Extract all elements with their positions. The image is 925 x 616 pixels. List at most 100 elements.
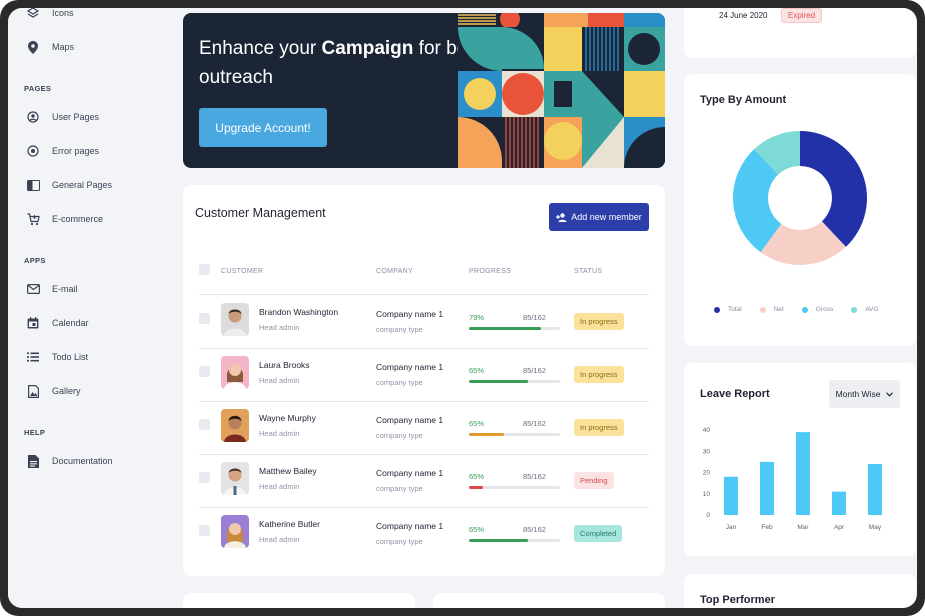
month-wise-dropdown[interactable]: Month Wise bbox=[829, 380, 900, 408]
leave-report-bar-chart: 0 10 20 30 40 Jan Feb Mar Apr May bbox=[703, 427, 882, 531]
sidebar-item-icons[interactable]: Icons bbox=[26, 8, 74, 23]
avatar bbox=[221, 515, 249, 548]
add-new-member-label: Add new member bbox=[571, 212, 642, 222]
progress-percent: 79% bbox=[469, 313, 485, 322]
sidebar: Icons Maps PAGES User Pages Error pages bbox=[8, 8, 178, 608]
legend-item-gross: Gross bbox=[801, 306, 834, 313]
sidebar-item-gallery[interactable]: Gallery bbox=[26, 381, 81, 401]
card-title: Customer Management bbox=[195, 206, 326, 220]
customer-role: Head admin bbox=[259, 429, 300, 438]
device-frame: Icons Maps PAGES User Pages Error pages bbox=[0, 0, 925, 616]
sidebar-heading-pages: PAGES bbox=[24, 84, 52, 93]
bar-may bbox=[868, 464, 882, 515]
legend-label: AVG bbox=[865, 306, 879, 313]
progress-bar bbox=[469, 327, 560, 330]
sidebar-item-calendar[interactable]: Calendar bbox=[26, 313, 89, 333]
select-all-checkbox[interactable] bbox=[199, 264, 210, 275]
x-tick-label: Apr bbox=[834, 524, 845, 531]
avatar bbox=[221, 356, 249, 389]
type-by-amount-donut-chart bbox=[733, 131, 867, 265]
row-checkbox[interactable] bbox=[199, 525, 210, 536]
customer-name: Brandon Washington bbox=[259, 307, 339, 317]
banner-title: Enhance your Campaign for better outreac… bbox=[199, 34, 499, 92]
sidebar-item-maps[interactable]: Maps bbox=[26, 37, 74, 57]
avatar bbox=[221, 303, 249, 336]
customer-role: Head admin bbox=[259, 535, 300, 544]
sidebar-item-e-commerce[interactable]: E-commerce bbox=[26, 209, 103, 229]
table-row[interactable]: Matthew Bailey Head admin Company name 1… bbox=[183, 454, 665, 507]
company-name: Company name 1 bbox=[376, 362, 444, 372]
company-name: Company name 1 bbox=[376, 468, 444, 478]
x-tick-label: Jan bbox=[726, 524, 737, 531]
sidebar-item-e-mail[interactable]: E-mail bbox=[26, 279, 78, 299]
status-badge: Completed bbox=[574, 525, 623, 542]
sidebar-heading-help: HELP bbox=[24, 428, 46, 437]
legend-label: Gross bbox=[815, 306, 834, 313]
progress-percent: 65% bbox=[469, 472, 485, 481]
sidebar-item-label: Documentation bbox=[52, 456, 113, 466]
progress-bar-fill bbox=[469, 539, 529, 542]
bottom-card-right bbox=[433, 593, 665, 608]
legend-dot bbox=[759, 306, 766, 313]
company-type: company type bbox=[376, 431, 423, 440]
sidebar-item-label: Maps bbox=[52, 42, 75, 52]
row-checkbox[interactable] bbox=[199, 472, 210, 483]
column-header-status: STATUS bbox=[574, 268, 603, 275]
column-header-customer: CUSTOMER bbox=[221, 268, 264, 275]
row-checkbox[interactable] bbox=[199, 366, 210, 377]
status-badge: In progress bbox=[574, 366, 624, 383]
y-tick-label: 10 bbox=[703, 491, 711, 498]
type-by-amount-card: Type By Amount Total Net Gross AVG bbox=[684, 74, 916, 346]
column-header-company: COMPANY bbox=[376, 268, 413, 275]
bar-apr bbox=[832, 491, 846, 515]
leave-report-card: Leave Report Month Wise 0 10 20 30 40 Jan Feb M… bbox=[684, 363, 916, 556]
progress-count: 85/162 bbox=[523, 313, 546, 322]
row-checkbox[interactable] bbox=[199, 313, 210, 324]
card-title: Type By Amount bbox=[700, 94, 787, 106]
sidebar-item-label: Gallery bbox=[52, 386, 81, 396]
row-checkbox[interactable] bbox=[199, 419, 210, 430]
calendar-icon bbox=[26, 316, 40, 330]
upgrade-account-button[interactable]: Upgrade Account! bbox=[199, 108, 327, 147]
table-row[interactable]: Wayne Murphy Head admin Company name 1 c… bbox=[183, 401, 665, 454]
sidebar-item-general-pages[interactable]: General Pages bbox=[26, 175, 112, 195]
company-name: Company name 1 bbox=[376, 521, 444, 531]
card-title: Top Performer bbox=[700, 594, 775, 606]
sidebar-item-label: E-commerce bbox=[52, 214, 104, 224]
progress-count: 85/162 bbox=[523, 419, 546, 428]
progress-bar-fill bbox=[469, 433, 504, 436]
campaign-banner: Enhance your Campaign for better outreac… bbox=[183, 13, 665, 168]
sidebar-item-todo-list[interactable]: Todo List bbox=[26, 347, 88, 367]
sidebar-item-user-pages[interactable]: User Pages bbox=[26, 107, 99, 127]
y-tick-label: 20 bbox=[703, 470, 711, 477]
y-tick-label: 0 bbox=[706, 512, 710, 519]
column-header-progress: PROGRESS bbox=[469, 268, 512, 275]
progress-bar-fill bbox=[469, 327, 541, 330]
sidebar-item-error-pages[interactable]: Error pages bbox=[26, 141, 99, 161]
add-new-member-button[interactable]: Add new member bbox=[549, 203, 649, 231]
table-row[interactable]: Laura Brooks Head admin Company name 1 c… bbox=[183, 348, 665, 401]
add-user-icon bbox=[556, 212, 567, 222]
customer-name: Matthew Bailey bbox=[259, 466, 317, 476]
company-type: company type bbox=[376, 484, 423, 493]
company-name: Company name 1 bbox=[376, 415, 444, 425]
y-tick-label: 30 bbox=[703, 448, 711, 455]
table-row[interactable]: Brandon Washington Head admin Company na… bbox=[183, 295, 665, 348]
table-row[interactable]: Katherine Butler Head admin Company name… bbox=[183, 507, 665, 560]
chevron-down-icon bbox=[886, 391, 894, 397]
sidebar-heading-apps: APPS bbox=[24, 256, 46, 265]
book-icon bbox=[26, 178, 40, 192]
legend-item-total: Total bbox=[714, 306, 742, 313]
sidebar-item-label: Icons bbox=[52, 8, 74, 18]
card-title: Leave Report bbox=[700, 388, 770, 400]
chart-legend: Total Net Gross AVG bbox=[714, 306, 896, 313]
company-type: company type bbox=[376, 378, 423, 387]
avatar bbox=[221, 462, 249, 495]
sidebar-item-label: General Pages bbox=[52, 180, 113, 190]
sidebar-item-label: Calendar bbox=[52, 318, 89, 328]
list-icon bbox=[26, 350, 40, 364]
customer-role: Head admin bbox=[259, 482, 300, 491]
avatar bbox=[221, 409, 249, 442]
sidebar-item-documentation[interactable]: Documentation bbox=[26, 451, 113, 471]
progress-bar bbox=[469, 539, 560, 542]
